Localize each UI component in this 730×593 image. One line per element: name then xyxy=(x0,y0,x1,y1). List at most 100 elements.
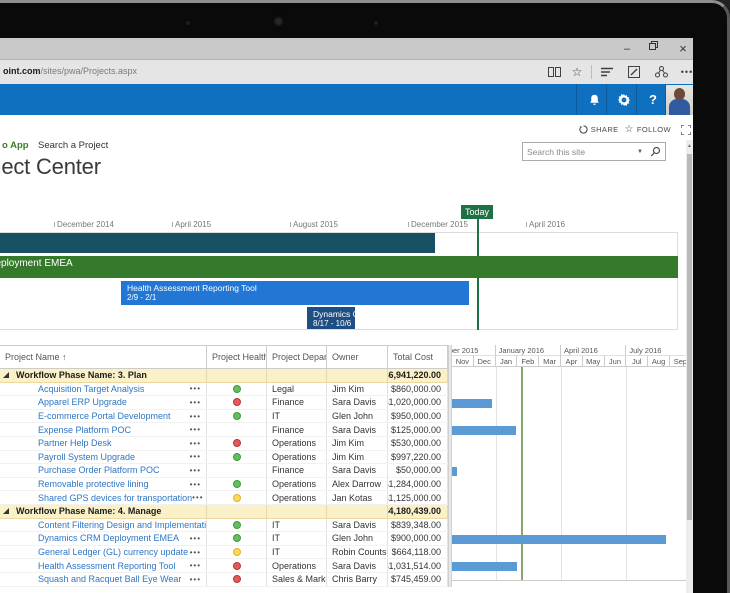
project-link[interactable]: Acquisition Target Analysis xyxy=(38,384,144,394)
project-link[interactable]: Apparel ERP Upgrade xyxy=(38,397,127,407)
table-row[interactable]: General Ledger (GL) currency update•••IT… xyxy=(0,546,448,560)
owner-cell: Chris Barry xyxy=(327,573,388,586)
project-health-cell xyxy=(207,451,267,464)
collapse-triangle-icon[interactable] xyxy=(3,508,9,514)
gantt-bar[interactable]: Apparel ERP Upgrade xyxy=(0,233,435,253)
table-row[interactable]: Dynamics CRM Deployment EMEA•••ITGlen Jo… xyxy=(0,532,448,546)
table-row[interactable]: E-commerce Portal Development•••ITGlen J… xyxy=(0,410,448,424)
settings-gear-icon[interactable] xyxy=(609,84,639,115)
row-ellipsis-menu-icon[interactable]: ••• xyxy=(190,398,201,407)
collapse-triangle-icon[interactable] xyxy=(3,372,9,378)
project-link[interactable]: General Ledger (GL) currency update xyxy=(38,547,188,557)
gantt-bar[interactable]: Dynamics CR...8/17 - 10/6 xyxy=(307,307,355,329)
restore-button[interactable] xyxy=(649,41,665,57)
table-row[interactable]: Acquisition Target Analysis•••LegalJim K… xyxy=(0,383,448,397)
row-ellipsis-menu-icon[interactable]: ••• xyxy=(190,412,201,421)
project-link[interactable]: Content Filtering Design and Implementat… xyxy=(38,520,207,530)
row-ellipsis-menu-icon[interactable]: ••• xyxy=(190,452,201,461)
search-magnifier-icon[interactable] xyxy=(650,146,661,157)
column-header[interactable]: Project Name ↑ xyxy=(0,346,207,368)
project-link[interactable]: Purchase Order Platform POC xyxy=(38,465,160,475)
reading-view-icon[interactable] xyxy=(545,64,563,80)
table-row[interactable]: Payroll System Upgrade•••OperationsJim K… xyxy=(0,451,448,465)
project-link[interactable]: Removable protective lining xyxy=(38,479,149,489)
group-row[interactable]: Workflow Phase Name: 3. Plan$6,941,220.0… xyxy=(0,369,448,383)
scrollbar-thumb[interactable] xyxy=(687,154,692,520)
month-label: Jul xyxy=(626,356,648,367)
search-input[interactable] xyxy=(527,144,635,159)
more-actions-icon[interactable]: ••• xyxy=(678,64,693,80)
owner-cell: Glen John xyxy=(327,410,388,423)
table-row[interactable]: Shared GPS devices for transportation•••… xyxy=(0,491,448,505)
user-avatar[interactable] xyxy=(666,85,693,115)
row-ellipsis-menu-icon[interactable]: ••• xyxy=(190,534,201,543)
row-ellipsis-menu-icon[interactable]: ••• xyxy=(190,384,201,393)
row-ellipsis-menu-icon[interactable]: ••• xyxy=(190,466,201,475)
gantt-row-bar[interactable] xyxy=(452,467,457,476)
group-row[interactable]: Workflow Phase Name: 4. Manage$4,180,439… xyxy=(0,505,448,519)
gantt-row-bar[interactable] xyxy=(452,562,517,571)
share-button[interactable]: SHARE xyxy=(579,125,619,134)
gantt-row-bar[interactable] xyxy=(452,535,666,544)
table-row[interactable]: Removable protective lining•••Operations… xyxy=(0,478,448,492)
focus-mode-button[interactable] xyxy=(681,125,691,135)
column-header[interactable]: Project Health xyxy=(207,346,267,368)
total-cost-cell: $50,000.00 xyxy=(388,464,448,477)
notifications-bell-icon[interactable] xyxy=(579,84,609,115)
department-cell: Operations xyxy=(267,491,327,504)
timeline-tick xyxy=(172,222,173,227)
row-ellipsis-menu-icon[interactable]: ••• xyxy=(190,439,201,448)
timeline-tick xyxy=(54,222,55,227)
hub-icon[interactable] xyxy=(598,64,616,80)
gantt-row-bar[interactable] xyxy=(452,399,492,408)
gantt-row-bar[interactable] xyxy=(452,426,516,435)
column-header[interactable]: Total Cost xyxy=(388,346,448,368)
minimize-button[interactable]: – xyxy=(619,41,635,57)
nav-search-a-project[interactable]: Search a Project xyxy=(38,140,108,151)
search-scope-dropdown-icon[interactable]: ▼ xyxy=(637,149,643,155)
help-button[interactable]: ? xyxy=(638,84,668,115)
project-link[interactable]: Expense Platform POC xyxy=(38,425,131,435)
project-health-cell xyxy=(207,410,267,423)
project-link[interactable]: Shared GPS devices for transportation xyxy=(38,493,192,503)
table-row[interactable]: Apparel ERP Upgrade•••FinanceSara Davis$… xyxy=(0,396,448,410)
project-link[interactable]: Health Assessment Reporting Tool xyxy=(38,561,175,571)
web-note-icon[interactable] xyxy=(625,64,643,80)
timeline-label: April 2015 xyxy=(175,220,211,229)
address-url[interactable]: oint.com/sites/pwa/Projects.aspx xyxy=(3,66,137,76)
nav-app-link[interactable]: o App xyxy=(2,140,29,151)
table-row[interactable]: Expense Platform POC•••FinanceSara Davis… xyxy=(0,423,448,437)
gantt-bar[interactable]: Dynamics CRM Deployment EMEA xyxy=(0,256,678,278)
follow-button[interactable]: ☆ FOLLOW xyxy=(625,124,671,135)
row-ellipsis-menu-icon[interactable]: ••• xyxy=(190,548,201,557)
favorite-star-icon[interactable]: ☆ xyxy=(568,64,586,80)
project-link[interactable]: E-commerce Portal Development xyxy=(38,411,171,421)
scroll-up-icon[interactable]: ▲ xyxy=(686,140,693,152)
row-ellipsis-menu-icon[interactable]: ••• xyxy=(190,561,201,570)
department-cell: Operations xyxy=(267,451,327,464)
close-button[interactable]: × xyxy=(675,41,691,57)
table-body: Workflow Phase Name: 3. Plan$6,941,220.0… xyxy=(0,369,448,587)
group-empty-cell xyxy=(327,369,388,382)
project-link[interactable]: Partner Help Desk xyxy=(38,438,112,448)
column-header[interactable]: Owner xyxy=(327,346,388,368)
row-ellipsis-menu-icon[interactable]: ••• xyxy=(190,425,201,434)
timeline-label: April 2016 xyxy=(529,220,565,229)
table-row[interactable]: Health Assessment Reporting Tool•••Opera… xyxy=(0,559,448,573)
table-row[interactable]: Purchase Order Platform POC•••FinanceSar… xyxy=(0,464,448,478)
table-row[interactable]: Partner Help Desk•••OperationsJim Kim$53… xyxy=(0,437,448,451)
row-ellipsis-menu-icon[interactable]: ••• xyxy=(190,575,201,584)
project-link[interactable]: Squash and Racquet Ball Eye Wear xyxy=(38,574,181,584)
gantt-bar[interactable]: Health Assessment Reporting Tool2/9 - 2/… xyxy=(121,281,469,305)
row-ellipsis-menu-icon[interactable]: ••• xyxy=(190,480,201,489)
table-row[interactable]: Content Filtering Design and Implementat… xyxy=(0,519,448,533)
browser-urlbar[interactable]: oint.com/sites/pwa/Projects.aspx ☆ ••• xyxy=(0,60,693,84)
row-ellipsis-menu-icon[interactable]: ••• xyxy=(192,493,203,502)
owner-cell: Sara Davis xyxy=(327,519,388,532)
vertical-scrollbar[interactable]: ▲ xyxy=(686,140,693,593)
share-icon[interactable] xyxy=(652,64,670,80)
project-link[interactable]: Dynamics CRM Deployment EMEA xyxy=(38,533,179,543)
project-link[interactable]: Payroll System Upgrade xyxy=(38,452,135,462)
table-row[interactable]: Squash and Racquet Ball Eye Wear•••Sales… xyxy=(0,573,448,587)
column-header[interactable]: Project Department xyxy=(267,346,327,368)
